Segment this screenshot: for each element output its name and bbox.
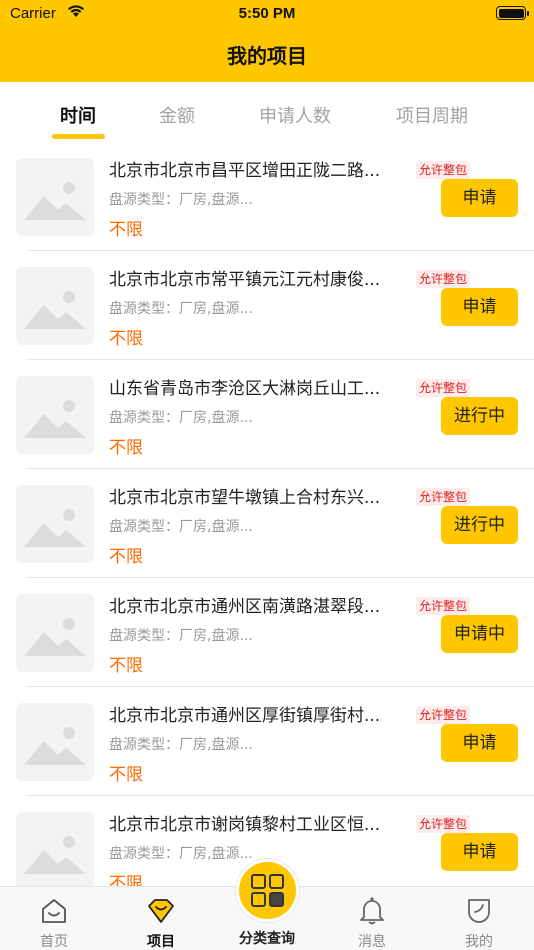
project-address: 山东省青岛市李沧区大淋岗丘山工... [109,379,381,399]
apply-button[interactable]: 申请中 [441,615,518,653]
apply-button[interactable]: 申请 [441,833,518,871]
whole-package-badge: 允许整包 [416,270,471,288]
project-address: 北京市北京市昌平区增田正陇二路... [109,161,381,181]
tabbar-category[interactable] [236,859,299,922]
tabbar-mine-label: 我的 [465,934,493,950]
project-price: 不限 [109,874,143,886]
tabbar-messages-label: 消息 [358,934,386,950]
tabbar-home[interactable]: 首页 [14,887,94,950]
project-address: 北京市北京市常平镇元江元村康俊... [109,270,381,290]
whole-package-badge: 允许整包 [416,815,471,833]
whole-package-badge: 允许整包 [416,597,471,615]
tabbar-projects[interactable]: 项目 [121,887,201,950]
tab-period[interactable]: 项目周期 [396,102,468,128]
divider [26,577,534,578]
project-price: 不限 [109,220,143,240]
tabbar-home-label: 首页 [40,934,68,950]
tabbar-projects-label: 项目 [147,934,175,950]
project-thumbnail [16,267,94,345]
property-type: 盘源类型：厂房,盘源... [109,737,253,753]
property-type: 盘源类型：厂房,盘源... [109,192,253,208]
projects-icon [148,899,174,923]
status-bar: Carrier 5:50 PM [0,0,534,28]
project-price: 不限 [109,547,143,567]
divider [26,250,534,251]
page-title: 我的项目 [227,44,307,68]
list-item[interactable]: 北京市北京市通州区厚街镇厚街村... 允许整包盘源类型：厂房,盘源... 不限 申请 [0,699,534,808]
image-placeholder-icon [24,182,86,220]
project-price: 不限 [109,765,143,785]
project-thumbnail [16,703,94,781]
category-grid-icon [251,874,284,907]
divider [26,468,534,469]
project-address: 北京市北京市通州区南潢路湛翠段... [109,597,381,617]
project-thumbnail [16,594,94,672]
project-price: 不限 [109,329,143,349]
apply-button[interactable]: 申请 [441,179,518,217]
project-price: 不限 [109,656,143,676]
image-placeholder-icon [24,509,86,547]
project-list: 北京市北京市昌平区增田正陇二路... 允许整包 盘源类型：厂房,盘源... 不限 申请北… [0,150,534,886]
property-type: 盘源类型：厂房,盘源... [109,628,253,644]
project-thumbnail [16,376,94,454]
tab-applicants[interactable]: 申请人数 [259,102,331,128]
apply-button[interactable]: 申请 [441,288,518,326]
property-type: 盘源类型：厂房,盘源... [109,519,253,535]
battery-icon [496,6,529,20]
apply-button[interactable]: 申请 [441,724,518,762]
image-placeholder-icon [24,836,86,874]
list-item[interactable]: 北京市北京市通州区南潢路湛翠段... 允许整包盘源类型：厂房,盘源... 不限 申请中 [0,590,534,699]
property-type: 盘源类型：厂房,盘源... [109,301,253,317]
list-item[interactable]: 北京市北京市望牛墩镇上合村东兴... 允许整包盘源类型：厂房,盘源... 不限 进行中 [0,481,534,590]
divider [26,686,534,687]
tab-time[interactable]: 时间 [60,102,96,128]
property-type: 盘源类型：厂房,盘源... [109,846,253,862]
image-placeholder-icon [24,291,86,329]
image-placeholder-icon [24,727,86,765]
apply-button[interactable]: 进行中 [441,397,518,435]
status-time: 5:50 PM [238,5,296,22]
project-thumbnail [16,812,94,886]
project-address: 北京市北京市望牛墩镇上合村东兴... [109,488,381,508]
active-tab-indicator [52,134,105,139]
divider [26,795,534,796]
image-placeholder-icon [24,400,86,438]
property-type: 盘源类型：厂房,盘源... [109,410,253,426]
nav-header: Carrier 5:50 PM 我的项目 [0,0,534,82]
mine-icon [468,899,490,923]
list-item[interactable]: 北京市北京市常平镇元江元村康俊... 允许整包盘源类型：厂房,盘源... 不限 申请 [0,263,534,372]
project-address: 北京市北京市谢岗镇黎村工业区恒... [109,815,381,835]
home-icon [42,899,66,923]
tab-amount[interactable]: 金额 [159,102,195,128]
divider [26,359,534,360]
tabbar-mine[interactable]: 我的 [439,887,519,950]
bell-icon [360,897,384,925]
whole-package-badge: 允许整包 [416,706,471,724]
whole-package-badge: 允许整包 [416,161,471,179]
whole-package-badge: 允许整包 [416,488,471,506]
project-address: 北京市北京市通州区厚街镇厚街村... [109,706,381,726]
project-thumbnail [16,485,94,563]
sort-tabs: 时间 金额 申请人数 项目周期 [0,82,534,150]
project-price: 不限 [109,438,143,458]
tabbar-category-label: 分类查询 [239,931,295,947]
whole-package-badge: 允许整包 [416,379,471,397]
project-thumbnail [16,158,94,236]
list-item[interactable]: 山东省青岛市李沧区大淋岗丘山工... 允许整包盘源类型：厂房,盘源... 不限 进行中 [0,372,534,481]
apply-button[interactable]: 进行中 [441,506,518,544]
image-placeholder-icon [24,618,86,656]
tabbar-messages[interactable]: 消息 [332,887,412,950]
list-item[interactable]: 北京市北京市昌平区增田正陇二路... 允许整包盘源类型：厂房,盘源... 不限 申请 [0,154,534,263]
